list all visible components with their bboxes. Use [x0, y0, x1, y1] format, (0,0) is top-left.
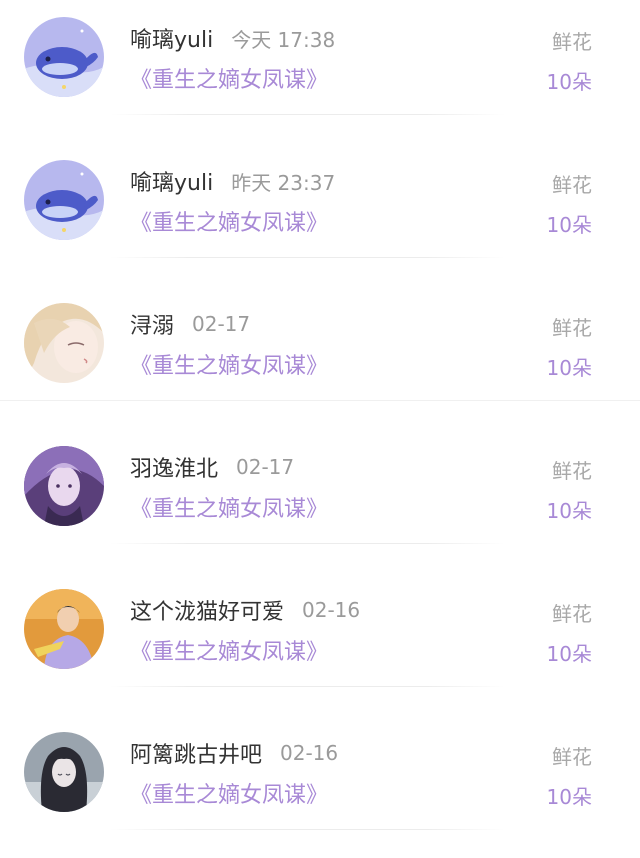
gift-type: 鲜花	[552, 602, 592, 626]
list-item[interactable]: 羽逸淮北 02-17 《重生之嫡女凤谋》 鲜花 10朵	[0, 429, 640, 572]
gift-count: 10朵	[546, 499, 592, 523]
user-name[interactable]: 喻璃yuli	[130, 165, 213, 197]
list-item[interactable]: 浔溺 02-17 《重生之嫡女凤谋》 鲜花 10朵	[0, 286, 640, 429]
name-line: 浔溺 02-17	[130, 308, 250, 340]
gift-count: 10朵	[546, 785, 592, 809]
name-line: 羽逸淮北 02-17	[130, 451, 294, 483]
book-title-link[interactable]: 《重生之嫡女凤谋》	[130, 777, 328, 809]
book-title-link[interactable]: 《重生之嫡女凤谋》	[130, 205, 328, 237]
list-item[interactable]: 阿篱跳古井吧 02-16 《重生之嫡女凤谋》 鲜花 10朵	[0, 715, 640, 858]
gift-count: 10朵	[546, 70, 592, 94]
anime-girl-avatar[interactable]	[24, 303, 104, 383]
divider	[110, 114, 505, 115]
divider	[110, 686, 505, 687]
book-title-link[interactable]: 《重生之嫡女凤谋》	[130, 634, 328, 666]
gift-count: 10朵	[546, 213, 592, 237]
list-item[interactable]: 喻璃yuli 今天 17:38 《重生之嫡女凤谋》 鲜花 10朵	[0, 0, 640, 143]
divider	[0, 400, 640, 401]
gift-count: 10朵	[546, 356, 592, 380]
gift-record-list: 喻璃yuli 今天 17:38 《重生之嫡女凤谋》 鲜花 10朵 喻璃yuli …	[0, 0, 640, 842]
list-item[interactable]: 喻璃yuli 昨天 23:37 《重生之嫡女凤谋》 鲜花 10朵	[0, 143, 640, 286]
whale-avatar[interactable]	[24, 160, 104, 240]
timestamp: 02-17	[192, 312, 251, 336]
gift-type: 鲜花	[552, 30, 592, 54]
timestamp: 02-16	[302, 598, 361, 622]
gift-type: 鲜花	[552, 745, 592, 769]
timestamp: 02-16	[280, 741, 339, 765]
timestamp: 昨天 23:37	[231, 170, 336, 195]
dark-girl-avatar[interactable]	[24, 732, 104, 812]
user-name[interactable]: 羽逸淮北	[130, 451, 218, 483]
book-title-link[interactable]: 《重生之嫡女凤谋》	[130, 491, 328, 523]
divider	[110, 543, 505, 544]
whale-avatar[interactable]	[24, 17, 104, 97]
gift-type: 鲜花	[552, 459, 592, 483]
user-name[interactable]: 这个泷猫好可爱	[130, 594, 284, 626]
user-name[interactable]: 阿篱跳古井吧	[130, 737, 262, 769]
name-line: 喻璃yuli 昨天 23:37	[130, 165, 335, 197]
timestamp: 今天 17:38	[231, 27, 336, 52]
timestamp: 02-17	[236, 455, 295, 479]
user-name[interactable]: 浔溺	[130, 308, 174, 340]
divider	[110, 829, 505, 830]
book-title-link[interactable]: 《重生之嫡女凤谋》	[130, 348, 328, 380]
divider	[110, 257, 505, 258]
person-photo-avatar[interactable]	[24, 589, 104, 669]
user-name[interactable]: 喻璃yuli	[130, 22, 213, 54]
gift-type: 鲜花	[552, 173, 592, 197]
gift-type: 鲜花	[552, 316, 592, 340]
name-line: 阿篱跳古井吧 02-16	[130, 737, 338, 769]
gift-count: 10朵	[546, 642, 592, 666]
name-line: 喻璃yuli 今天 17:38	[130, 22, 335, 54]
anime-boy-avatar[interactable]	[24, 446, 104, 526]
name-line: 这个泷猫好可爱 02-16	[130, 594, 360, 626]
book-title-link[interactable]: 《重生之嫡女凤谋》	[130, 62, 328, 94]
list-item[interactable]: 这个泷猫好可爱 02-16 《重生之嫡女凤谋》 鲜花 10朵	[0, 572, 640, 715]
